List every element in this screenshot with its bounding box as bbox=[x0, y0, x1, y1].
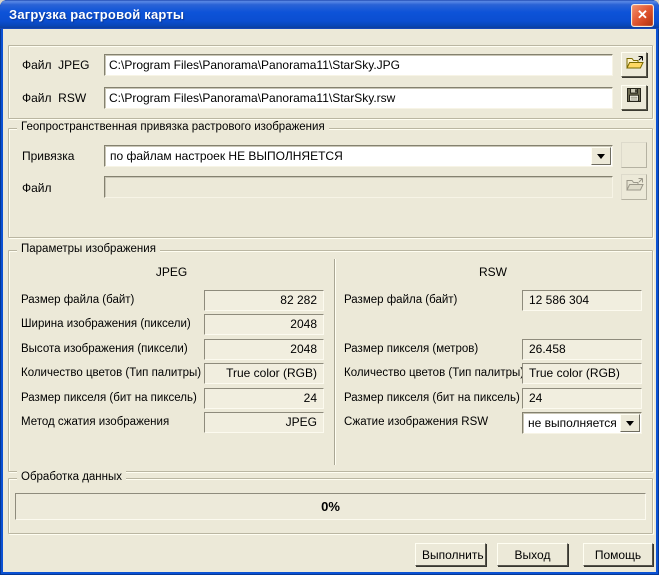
param-label: Размер файла (байт) bbox=[344, 294, 457, 306]
jpeg-file-input[interactable] bbox=[104, 54, 613, 76]
rsw-file-input[interactable] bbox=[104, 87, 613, 109]
binding-combobox[interactable]: по файлам настроек НЕ ВЫПОЛНЯЕТСЯ bbox=[104, 145, 613, 167]
param-label: Ширина изображения (пиксели) bbox=[21, 318, 191, 330]
georef-file-label: Файл bbox=[22, 181, 52, 195]
floppy-disk-icon bbox=[626, 87, 642, 108]
open-folder-icon-disabled bbox=[625, 177, 644, 197]
jpeg-browse-button[interactable] bbox=[621, 52, 647, 77]
georeference-group: Геопространственная привязка растрового … bbox=[8, 128, 653, 238]
processing-group: Обработка данных 0% bbox=[8, 478, 653, 534]
param-label: Количество цветов (Тип палитры) bbox=[21, 367, 201, 379]
param-label: Метод сжатия изображения bbox=[21, 416, 169, 428]
rsw-file-label: Файл RSW bbox=[22, 91, 86, 105]
binding-extra-button bbox=[621, 142, 647, 168]
georef-file-input bbox=[104, 176, 613, 198]
param-label: Размер пикселя (метров) bbox=[344, 343, 478, 355]
chevron-down-icon[interactable] bbox=[620, 414, 640, 432]
execute-button[interactable]: Выполнить bbox=[415, 543, 486, 566]
chevron-down-icon[interactable] bbox=[591, 147, 611, 165]
jpeg-file-label: Файл JPEG bbox=[22, 58, 90, 72]
title-bar: Загрузка растровой карты ✕ bbox=[0, 0, 659, 29]
param-value: 24 bbox=[204, 388, 324, 409]
progress-bar: 0% bbox=[15, 493, 646, 520]
files-group: Файл JPEG Файл RSW bbox=[8, 45, 653, 119]
param-value: True color (RGB) bbox=[204, 363, 324, 384]
param-label: Размер файла (байт) bbox=[21, 294, 134, 306]
image-parameters-legend: Параметры изображения bbox=[17, 243, 160, 255]
processing-group-legend: Обработка данных bbox=[17, 471, 126, 483]
param-value: 82 282 bbox=[204, 290, 324, 311]
param-label: Размер пикселя (бит на пиксель) bbox=[21, 392, 197, 404]
param-value: 2048 bbox=[204, 339, 324, 360]
georef-browse-button bbox=[621, 174, 647, 200]
param-value: 12 586 304 bbox=[522, 290, 642, 311]
binding-label: Привязка bbox=[22, 149, 74, 163]
help-button[interactable]: Помощь bbox=[583, 543, 653, 566]
param-value: JPEG bbox=[204, 412, 324, 433]
window-title: Загрузка растровой карты bbox=[0, 7, 184, 22]
exit-button[interactable]: Выход bbox=[497, 543, 568, 566]
rsw-column-header: RSW bbox=[334, 265, 652, 279]
rsw-compression-combobox[interactable]: не выполняется bbox=[522, 412, 642, 434]
param-value: True color (RGB) bbox=[522, 363, 642, 384]
param-label: Размер пикселя (бит на пиксель) bbox=[344, 392, 520, 404]
jpeg-column-header: JPEG bbox=[9, 265, 334, 279]
open-folder-icon bbox=[625, 55, 644, 75]
param-value: 24 bbox=[522, 388, 642, 409]
column-divider bbox=[334, 259, 335, 465]
rsw-compression-value: не выполняется bbox=[528, 416, 617, 430]
dialog-window: Загрузка растровой карты ✕ Файл JPEG Фай… bbox=[0, 0, 659, 575]
progress-value: 0% bbox=[321, 499, 340, 514]
rsw-compression-label: Сжатие изображения RSW bbox=[344, 416, 488, 428]
param-value: 2048 bbox=[204, 314, 324, 335]
rsw-save-button[interactable] bbox=[621, 85, 647, 110]
close-icon[interactable]: ✕ bbox=[631, 4, 654, 27]
param-label: Высота изображения (пиксели) bbox=[21, 343, 188, 355]
image-parameters-group: Параметры изображения JPEG Размер файла … bbox=[8, 250, 653, 472]
param-label: Количество цветов (Тип палитры) bbox=[344, 367, 524, 379]
dialog-body: Файл JPEG Файл RSW bbox=[3, 29, 656, 572]
binding-combobox-value: по файлам настроек НЕ ВЫПОЛНЯЕТСЯ bbox=[110, 149, 343, 163]
param-value: 26.458 bbox=[522, 339, 642, 360]
georeference-group-legend: Геопространственная привязка растрового … bbox=[17, 121, 329, 133]
